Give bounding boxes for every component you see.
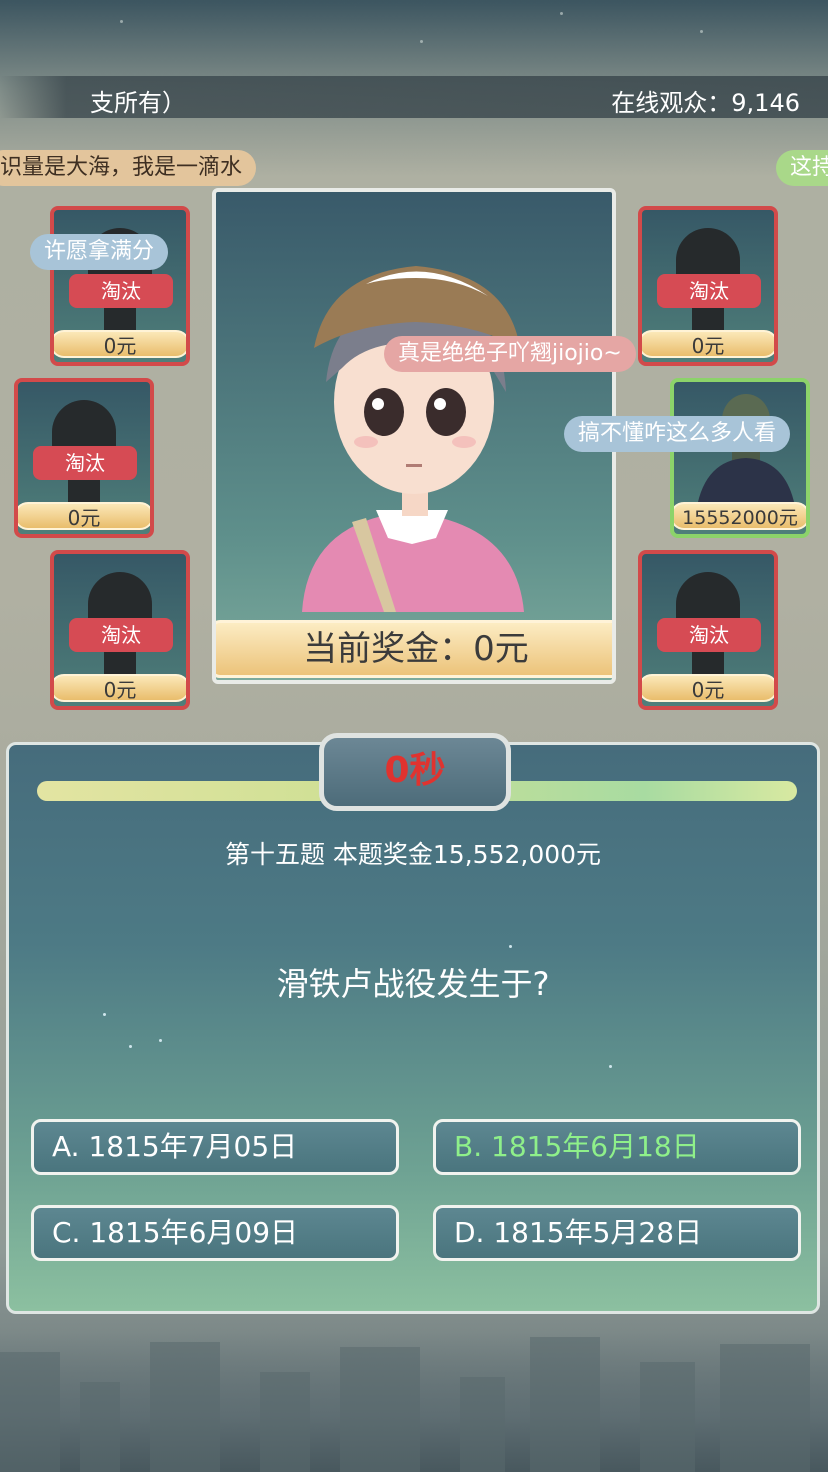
eliminated-badge: 淘汰 bbox=[69, 618, 173, 652]
viewer-count: 在线观众：9,146 bbox=[611, 89, 800, 117]
sky-dot bbox=[120, 20, 123, 23]
sky-dot bbox=[420, 40, 423, 43]
question-panel: 0秒 第十五题 本题奖金15,552,000元 滑铁卢战役发生于? A. 181… bbox=[6, 733, 820, 1314]
player-card-active: 15552000元 bbox=[670, 378, 810, 538]
host-portrait: 当前奖金：0元 bbox=[212, 188, 616, 684]
countdown-timer: 0秒 bbox=[319, 733, 511, 811]
top-bar: 支所有） 在线观众：9,146 bbox=[0, 76, 828, 118]
current-prize-bar: 当前奖金：0元 bbox=[216, 620, 612, 678]
host-character bbox=[302, 266, 524, 612]
sky-dot bbox=[700, 30, 703, 33]
option-d-button[interactable]: D. 1815年5月28日 bbox=[433, 1205, 801, 1261]
player-card: 淘汰 0元 bbox=[14, 378, 154, 538]
option-a-button[interactable]: A. 1815年7月05日 bbox=[31, 1119, 399, 1175]
sky-dot bbox=[560, 12, 563, 15]
option-b-button[interactable]: B. 1815年6月18日 bbox=[433, 1119, 801, 1175]
option-c-button[interactable]: C. 1815年6月09日 bbox=[31, 1205, 399, 1261]
question-text: 滑铁卢战役发生于? bbox=[276, 965, 550, 1003]
danmaku-bubble: 识量是大海，我是一滴水 bbox=[0, 150, 257, 186]
eliminated-badge: 淘汰 bbox=[657, 274, 761, 308]
player-money: 0元 bbox=[18, 502, 150, 530]
danmaku-bubble: 这持 bbox=[776, 150, 828, 186]
sponsor-text: 支所有） bbox=[90, 89, 186, 117]
player-money: 0元 bbox=[642, 330, 774, 358]
player-card: 淘汰 0元 bbox=[50, 206, 190, 366]
player-money: 0元 bbox=[54, 674, 186, 702]
question-meta: 第十五题 本题奖金15,552,000元 bbox=[224, 840, 602, 869]
eliminated-badge: 淘汰 bbox=[657, 618, 761, 652]
player-money: 15552000元 bbox=[674, 502, 806, 530]
danmaku-bubble: 许愿拿满分 bbox=[30, 234, 169, 270]
player-money: 0元 bbox=[642, 674, 774, 702]
player-card: 淘汰 0元 bbox=[50, 550, 190, 710]
eliminated-badge: 淘汰 bbox=[33, 446, 137, 480]
player-card: 淘汰 0元 bbox=[638, 550, 778, 710]
player-card: 淘汰 0元 bbox=[638, 206, 778, 366]
eliminated-badge: 淘汰 bbox=[69, 274, 173, 308]
city-background bbox=[0, 1332, 828, 1472]
danmaku-bubble: 真是绝绝子吖翘jiojio~ bbox=[384, 336, 636, 372]
player-money: 0元 bbox=[54, 330, 186, 358]
danmaku-bubble: 搞不懂咋这么多人看 bbox=[564, 416, 791, 452]
